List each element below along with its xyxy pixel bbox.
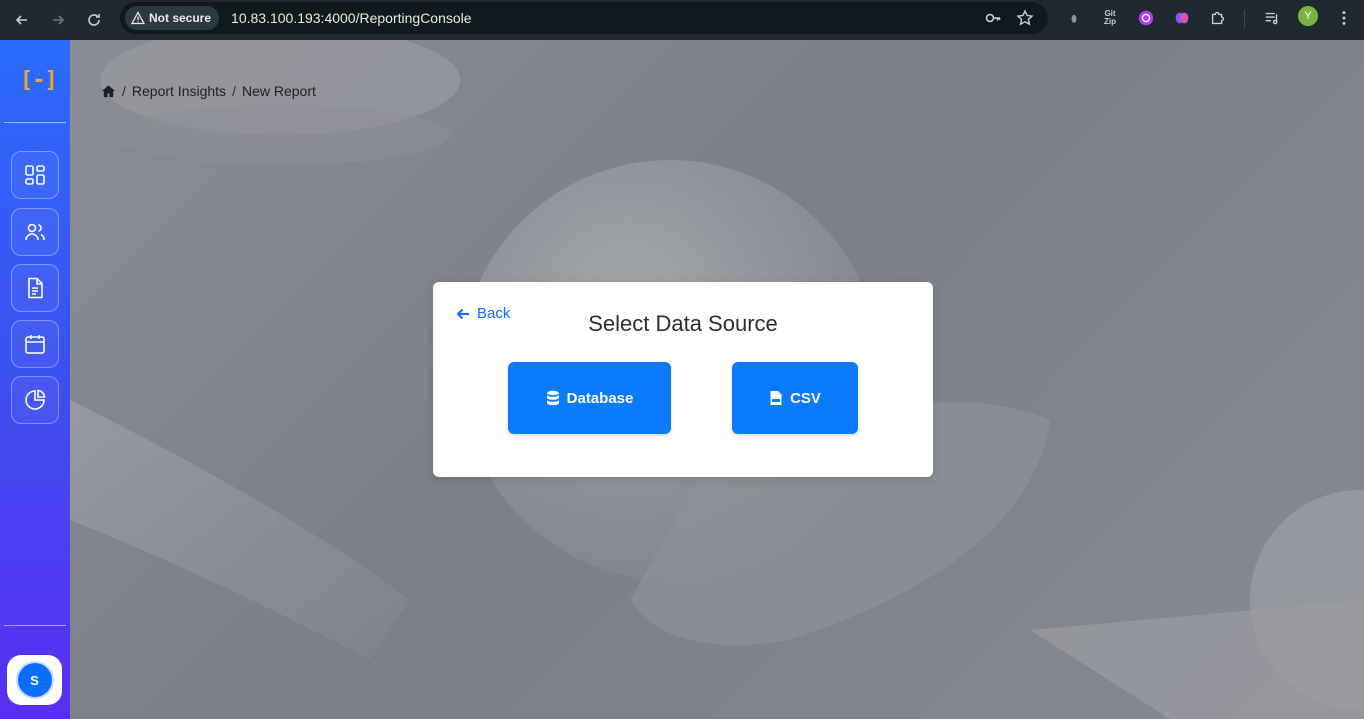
sidebar-item-dashboard[interactable] [11,151,59,199]
profile-avatar[interactable]: Y [1298,6,1318,26]
forward-arrow-icon[interactable] [46,8,70,32]
brain-extension-icon[interactable] [1172,8,1192,28]
security-label: Not secure [149,11,212,25]
media-playlist-icon[interactable] [1262,8,1282,28]
pie-chart-icon [25,389,46,410]
sidebar-item-users[interactable] [11,208,59,256]
profile-initial: Y [1304,10,1312,22]
breadcrumb: / Report Insights / New Report [101,83,316,99]
breadcrumb-new-report: New Report [241,83,316,99]
dashboard-grid-icon [25,165,45,185]
gitzip-extension-icon[interactable]: Git Zip [1100,8,1120,28]
url-text[interactable]: 10.83.100.193:4000/ReportingConsole [231,10,472,26]
password-key-icon[interactable] [984,9,1002,27]
database-label: Database [566,389,634,407]
csv-label: CSV [790,389,821,407]
document-icon [28,277,43,299]
select-data-source-dialog: Back Select Data Source Database CSV [433,282,933,477]
reload-icon[interactable] [82,8,106,32]
database-icon [546,390,559,406]
sidebar: [-] S [0,40,70,719]
sidebar-item-reports[interactable] [11,264,59,312]
user-avatar: S [17,663,52,697]
address-bar[interactable]: Not secure 10.83.100.193:4000/ReportingC… [120,2,1048,34]
sidebar-divider [4,122,66,123]
purple-extension-icon[interactable] [1136,8,1156,28]
sidebar-item-analytics[interactable] [11,376,59,424]
extension-dot-icon[interactable] [1064,8,1084,28]
sidebar-bottom-divider [4,625,66,626]
calendar-icon [25,335,45,354]
database-button[interactable]: Database [508,362,671,434]
dialog-title: Select Data Source [588,311,778,336]
breadcrumb-separator: / [232,83,236,99]
security-indicator[interactable]: Not secure [125,6,220,30]
app-logo[interactable]: [-] [20,68,58,93]
back-arrow-icon[interactable] [10,8,34,32]
user-profile-button[interactable]: S [7,655,62,705]
home-icon[interactable] [101,84,116,99]
csv-file-icon [770,391,782,405]
puzzle-extensions-icon[interactable] [1208,8,1228,28]
kebab-menu-icon[interactable] [1334,8,1354,28]
warning-triangle-icon [131,11,145,25]
toolbar-divider [1244,10,1245,28]
extension-label: Git Zip [1104,9,1116,26]
breadcrumb-report-insights[interactable]: Report Insights [132,83,226,99]
breadcrumb-separator: / [122,83,126,99]
csv-button[interactable]: CSV [732,362,858,434]
bookmark-star-icon[interactable] [1016,9,1034,27]
sidebar-item-calendar[interactable] [11,320,59,368]
users-icon [25,223,45,241]
browser-toolbar: Not secure 10.83.100.193:4000/ReportingC… [0,0,1364,40]
